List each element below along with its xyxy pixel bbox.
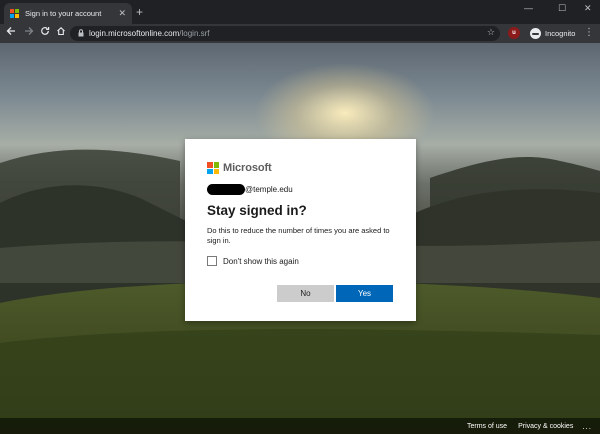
dont-show-again-row[interactable]: Don't show this again — [207, 256, 394, 266]
kebab-menu-icon[interactable]: ⋮ — [584, 27, 594, 39]
browser-titlebar: Sign in to your account ✕ + — ☐ ✕ — [0, 0, 600, 24]
close-window-button[interactable]: ✕ — [584, 3, 592, 13]
dialog-description: Do this to reduce the number of times yo… — [207, 226, 390, 245]
email-domain: @temple.edu — [245, 185, 293, 194]
privacy-cookies-link[interactable]: Privacy & cookies — [518, 423, 573, 430]
forward-arrow-icon[interactable] — [22, 26, 36, 41]
tab-close-icon[interactable]: ✕ — [118, 9, 126, 18]
address-bar[interactable]: login.microsoftonline.com /login.srf ☆ — [70, 26, 500, 41]
terms-of-use-link[interactable]: Terms of use — [467, 423, 507, 430]
maximize-button[interactable]: ☐ — [558, 3, 566, 13]
bookmark-star-icon[interactable]: ☆ — [487, 27, 495, 38]
redacted-username — [207, 184, 245, 195]
lock-icon — [78, 28, 84, 39]
incognito-profile-button[interactable]: Incognito — [528, 26, 579, 41]
stay-signed-in-dialog: Microsoft @temple.edu Stay signed in? Do… — [185, 139, 416, 321]
brand-name: Microsoft — [223, 162, 272, 174]
back-arrow-icon[interactable] — [4, 26, 18, 41]
incognito-icon — [530, 28, 541, 39]
page-footer: Terms of use Privacy & cookies ... — [0, 418, 600, 434]
minimize-button[interactable]: — — [524, 3, 533, 13]
tab-title: Sign in to your account — [25, 9, 102, 18]
account-identity: @temple.edu — [207, 184, 394, 195]
browser-tab[interactable]: Sign in to your account ✕ — [4, 3, 132, 24]
yes-button[interactable]: Yes — [336, 285, 393, 302]
dont-show-again-checkbox[interactable] — [207, 256, 217, 266]
no-button[interactable]: No — [277, 285, 334, 302]
home-icon[interactable] — [54, 26, 68, 41]
reload-icon[interactable] — [38, 26, 52, 41]
browser-toolbar: login.microsoftonline.com /login.srf ☆ u… — [0, 24, 600, 43]
page-background: Microsoft @temple.edu Stay signed in? Do… — [0, 43, 600, 434]
dont-show-again-label[interactable]: Don't show this again — [223, 257, 299, 266]
incognito-label: Incognito — [545, 29, 576, 38]
dialog-title: Stay signed in? — [207, 203, 307, 218]
extension-icon[interactable]: u — [508, 27, 520, 39]
new-tab-button[interactable]: + — [136, 6, 143, 18]
microsoft-logo-icon — [207, 162, 219, 174]
url-path: /login.srf — [179, 29, 210, 38]
url-host: login.microsoftonline.com — [89, 29, 180, 38]
microsoft-favicon-icon — [10, 9, 19, 18]
more-options-icon[interactable]: ... — [582, 422, 592, 431]
dialog-buttons: No Yes — [277, 285, 393, 302]
microsoft-brand: Microsoft — [207, 161, 394, 175]
